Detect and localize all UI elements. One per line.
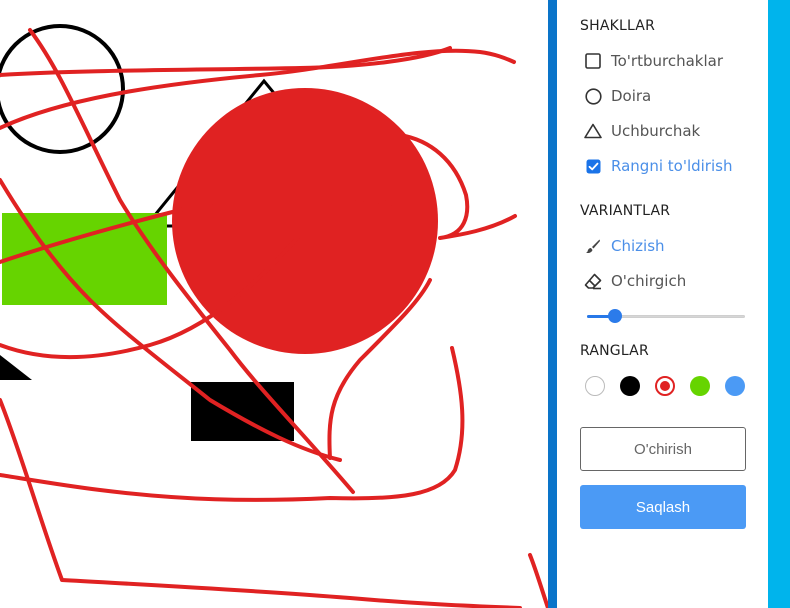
checkbox-checked-icon[interactable] bbox=[584, 157, 602, 175]
panel-divider bbox=[548, 0, 557, 608]
selected-color-dot bbox=[660, 381, 670, 391]
brush-size-slider[interactable] bbox=[587, 308, 745, 324]
shape-option-circle[interactable]: Doira bbox=[584, 84, 651, 108]
shape-option-label: Uchburchak bbox=[611, 122, 701, 140]
color-swatch-green[interactable] bbox=[690, 376, 710, 396]
shape-option-label: To'rtburchaklar bbox=[611, 52, 723, 70]
drawn-triangle-small bbox=[0, 355, 32, 380]
color-swatch-blue[interactable] bbox=[725, 376, 745, 396]
drawn-green-rectangle bbox=[2, 213, 167, 305]
fill-color-label: Rangni to'ldirish bbox=[611, 157, 733, 175]
shape-option-label: Doira bbox=[611, 87, 652, 105]
tool-eraser[interactable]: O'chirgich bbox=[584, 269, 686, 293]
drawing-canvas[interactable] bbox=[0, 0, 548, 608]
triangle-icon bbox=[584, 122, 602, 140]
clear-button[interactable]: O'chirish bbox=[580, 427, 746, 471]
shape-option-triangle[interactable]: Uchburchak bbox=[584, 119, 700, 143]
drawn-circle-outline bbox=[0, 24, 125, 154]
drawn-black-rectangle bbox=[191, 382, 294, 441]
color-palette bbox=[585, 376, 750, 398]
brush-icon bbox=[584, 237, 602, 255]
tool-brush[interactable]: Chizish bbox=[584, 234, 665, 258]
color-swatch-white[interactable] bbox=[585, 376, 605, 396]
fill-color-checkbox[interactable]: Rangni to'ldirish bbox=[584, 154, 732, 178]
circle-icon bbox=[584, 87, 602, 105]
save-button[interactable]: Saqlash bbox=[580, 485, 746, 529]
tool-label: Chizish bbox=[611, 237, 665, 255]
shapes-section-title: SHAKLLAR bbox=[580, 18, 655, 34]
tool-label: O'chirgich bbox=[611, 272, 687, 290]
color-swatch-red[interactable] bbox=[655, 376, 675, 396]
options-section-title: VARIANTLAR bbox=[580, 203, 671, 219]
right-edge-strip bbox=[768, 0, 790, 608]
square-icon bbox=[584, 52, 602, 70]
slider-thumb[interactable] bbox=[608, 309, 623, 323]
color-swatch-black[interactable] bbox=[620, 376, 640, 396]
shape-option-rectangle[interactable]: To'rtburchaklar bbox=[584, 49, 723, 73]
eraser-icon bbox=[584, 272, 602, 290]
tools-panel: SHAKLLAR To'rtburchaklar Doira Uchburcha… bbox=[557, 0, 768, 608]
colors-section-title: RANGLAR bbox=[580, 343, 649, 359]
